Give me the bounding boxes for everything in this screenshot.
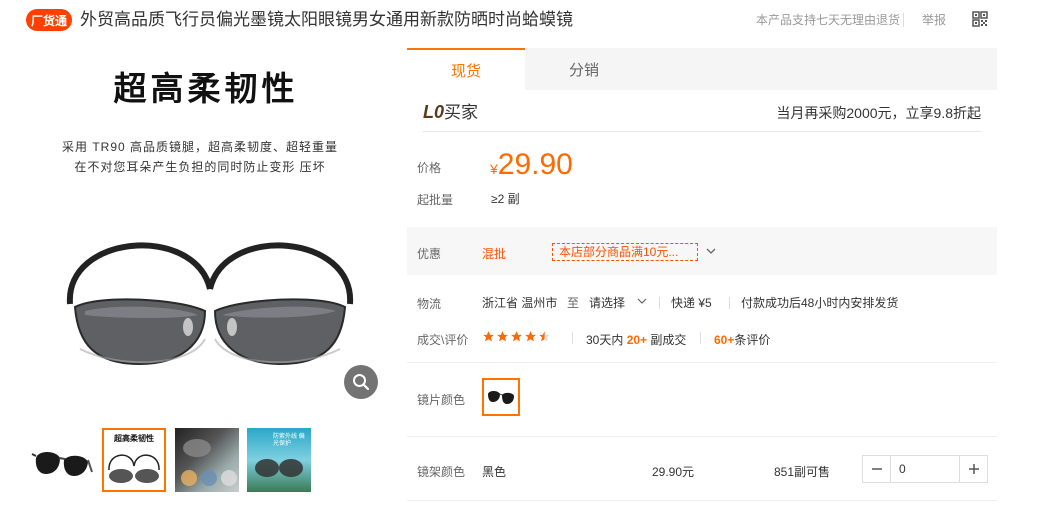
decrease-button[interactable] xyxy=(863,456,891,482)
deals-30d: 30天内 20+ 副成交 xyxy=(586,331,686,348)
shipping-origin: 浙江省 温州市 xyxy=(482,296,558,310)
buyer-level: L0买家 xyxy=(423,101,478,124)
currency-symbol: ¥ xyxy=(490,161,498,177)
star-half-icon xyxy=(539,331,550,342)
star-icon xyxy=(497,331,508,342)
chevron-down-icon[interactable] xyxy=(705,244,717,258)
quantity-input[interactable] xyxy=(891,456,959,482)
header-divider xyxy=(903,13,904,27)
folded-glasses-icon xyxy=(108,454,160,483)
min-order-value: ≥2 副 xyxy=(491,192,520,206)
divider xyxy=(407,362,997,363)
divider xyxy=(407,500,997,501)
star-icon xyxy=(483,331,494,342)
frame-color-label: 镜架颜色 xyxy=(417,465,466,479)
quantity-stepper xyxy=(862,455,988,483)
lens-color-label: 镜片颜色 xyxy=(417,393,466,407)
qr-code-icon[interactable] xyxy=(972,11,988,27)
deals-prefix: 30天内 xyxy=(586,333,624,347)
shipping-to: 至 xyxy=(567,296,580,310)
price-label: 价格 xyxy=(417,161,442,175)
image-desc-line1: 采用 TR90 高品质镜腿，超高柔韧度、超轻重量 xyxy=(61,140,338,154)
image-desc-line2: 在不对您耳朵产生负担的同时防止变形 压坏 xyxy=(74,160,326,174)
zoom-button[interactable] xyxy=(344,365,378,399)
review-suffix: 条评价 xyxy=(734,333,771,347)
sunglasses-swatch-icon xyxy=(488,391,514,404)
price-value: ¥29.90 xyxy=(490,148,573,182)
buyer-level-mark: L0 xyxy=(423,102,445,122)
thumbnail-3[interactable] xyxy=(175,428,239,492)
magnifier-icon xyxy=(353,374,370,391)
discount-label: 优惠 xyxy=(417,247,442,261)
thumbnail-1[interactable] xyxy=(30,428,94,492)
shipping-label: 物流 xyxy=(417,297,442,311)
main-product-image[interactable]: 超高柔韧性 采用 TR90 高品质镜腿，超高柔韧度、超轻重量 在不对您耳朵产生负… xyxy=(30,44,390,410)
frame-color-value: 黑色 xyxy=(482,465,507,479)
divider xyxy=(423,131,981,132)
minus-icon xyxy=(871,468,882,470)
image-headline: 超高柔韧性 xyxy=(113,69,299,108)
destination-select[interactable]: 请选择 xyxy=(589,294,625,311)
offer-tabs: 现货 分销 xyxy=(407,48,997,90)
tab-distribution[interactable]: 分销 xyxy=(525,48,643,90)
sunglasses-thumbnail-icon xyxy=(31,452,93,476)
mixed-batch-tag: 混批 xyxy=(482,247,507,261)
repurchase-promo-link[interactable]: 当月再采购2000元，立享9.8折起 xyxy=(776,103,981,123)
deals-suffix: 副成交 xyxy=(650,333,687,347)
express-fee: 快递 ¥5 xyxy=(671,296,712,310)
frame-stock: 851副可售 xyxy=(774,465,831,479)
buyer-level-text: 买家 xyxy=(444,103,479,122)
divider xyxy=(700,332,701,344)
star-icon xyxy=(511,331,522,342)
thumbnail-2[interactable]: 超高柔韧性 xyxy=(102,428,166,492)
product-title: 外贸高品质飞行员偏光墨镜太阳眼镜男女通用新款防晒时尚蛤蟆镜 xyxy=(80,10,573,29)
sunglasses-photo xyxy=(66,242,354,366)
frame-price: 29.90元 xyxy=(652,465,695,479)
review-count: 60+ xyxy=(714,333,735,347)
coupon-tag[interactable]: 本店部分商品满10元... xyxy=(552,243,698,261)
thumbnail-4[interactable]: 防紫外线 偏光保护 xyxy=(247,428,311,492)
increase-button[interactable] xyxy=(959,456,987,482)
report-link[interactable]: 举报 xyxy=(922,11,946,29)
lens-color-option[interactable] xyxy=(482,378,520,416)
min-order-label: 起批量 xyxy=(417,193,454,207)
reviews-label: 成交\评价 xyxy=(417,333,469,347)
dispatch-time: 付款成功后48小时内安排发货 xyxy=(741,296,899,310)
star-icon xyxy=(525,331,536,342)
return-policy-link[interactable]: 本产品支持七天无理由退货 xyxy=(756,11,900,29)
divider xyxy=(659,297,660,309)
thumbnail-4-text: 防紫外线 偏光保护 xyxy=(273,434,305,447)
tab-spot[interactable]: 现货 xyxy=(407,48,525,90)
plus-icon xyxy=(968,464,979,474)
divider xyxy=(407,436,997,437)
thumbnail-2-text: 超高柔韧性 xyxy=(114,434,154,443)
review-count-link[interactable]: 60+条评价 xyxy=(714,331,770,348)
destination-chevron-icon[interactable] xyxy=(637,296,647,306)
divider xyxy=(572,332,573,344)
deals-count: 20+ xyxy=(626,333,648,347)
divider xyxy=(729,297,730,309)
star-rating xyxy=(482,330,551,343)
lens-closeup-icon xyxy=(181,439,237,486)
price-number: 29.90 xyxy=(497,148,573,181)
changhuotong-badge: 厂货通 xyxy=(26,9,72,31)
